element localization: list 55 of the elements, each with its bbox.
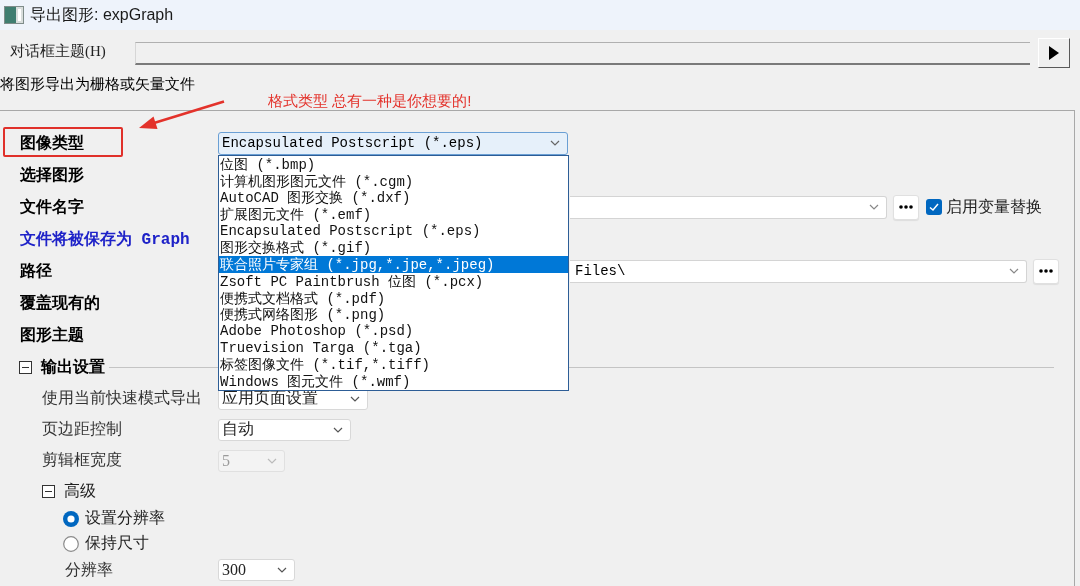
dropdown-option[interactable]: Windows 图元文件 (*.wmf) (219, 372, 568, 390)
section-title: 高级 (64, 480, 96, 501)
collapse-icon[interactable] (42, 484, 55, 498)
radio-button[interactable]: 保持尺寸 (63, 533, 149, 554)
description-text: 将图形导出为栅格或矢量文件 (0, 76, 195, 92)
dropdown-option[interactable]: AutoCAD 图形交换 (*.dxf) (219, 189, 568, 207)
browse-button[interactable] (893, 194, 919, 220)
field-label: 选择图形 (19, 164, 85, 185)
dropdown[interactable]: 自动 (218, 418, 351, 441)
ellipsis-icon (899, 205, 913, 209)
dropdown-option[interactable]: 图形交换格式 (*.gif) (219, 239, 568, 257)
dropdown[interactable]: 300 (218, 559, 295, 581)
setting-label: 页边距控制 (42, 419, 123, 439)
dropdown-option[interactable]: 标签图像文件 (*.tif,*.tiff) (219, 356, 568, 373)
chevron-down-icon (333, 426, 343, 433)
triangle-icon (1049, 46, 1059, 60)
chevron-down-icon (350, 395, 360, 402)
setting-label: 剪辑框宽度 (42, 450, 123, 470)
dropdown[interactable]: Files\ (570, 259, 1027, 283)
field-label: 图形主题 (19, 324, 85, 345)
setting-label: 使用当前快速模式导出 (42, 388, 203, 408)
chevron-down-icon (277, 567, 287, 573)
field-label: 路径 (19, 260, 53, 281)
chevron-down-icon (550, 140, 560, 146)
collapse-icon[interactable] (19, 360, 32, 374)
field-label: 图像类型 (19, 132, 85, 153)
dropdown-option[interactable]: 便携式网络图形 (*.png) (219, 306, 568, 323)
chevron-down-icon (267, 457, 277, 464)
setting-label: 分辨率 (65, 559, 114, 580)
field-label: 覆盖现有的 (19, 292, 101, 313)
save-path-info: 文件将被保存为 Graph (19, 229, 190, 250)
section-title: 输出设置 (41, 356, 105, 377)
theme-input-field[interactable] (135, 41, 1030, 65)
chevron-down-icon (869, 204, 879, 210)
chevron-down-icon (1009, 268, 1019, 274)
dropdown-option[interactable]: 位图 (*.bmp) (219, 156, 568, 173)
dropdown-option[interactable]: Adobe Photoshop (*.psd) (219, 322, 568, 340)
theme-menu-button[interactable] (1038, 38, 1070, 68)
theme-label: 对话框主题(H) (10, 41, 107, 61)
dropdown-option[interactable]: Truevision Targa (*.tga) (219, 339, 568, 357)
field-label: 文件名字 (19, 196, 85, 217)
dropdown-option[interactable]: 便携式文档格式 (*.pdf) (219, 289, 568, 307)
dropdown-option[interactable]: 计算机图形图元文件 (*.cgm) (219, 172, 568, 190)
dropdown-option[interactable]: Zsoft PC Paintbrush 位图 (*.pcx) (219, 272, 568, 290)
checkbox[interactable]: 启用变量替换 (926, 196, 1042, 218)
browse-button[interactable] (1033, 258, 1059, 284)
dropdown-option[interactable]: 扩展图元文件 (*.emf) (219, 206, 568, 223)
radio-button[interactable]: 设置分辨率 (63, 508, 165, 529)
dropdown[interactable]: Encapsulated Postscript (*.eps) (218, 131, 568, 155)
dropdown-option[interactable]: Encapsulated Postscript (*.eps) (219, 222, 568, 240)
dropdown-option[interactable]: 联合照片专家组 (*.jpg,*.jpe,*.jpeg) (219, 256, 568, 273)
ellipsis-icon (1039, 269, 1053, 273)
window-title: 导出图形: expGraph (30, 4, 174, 25)
app-icon (4, 5, 24, 25)
annotation-text: 格式类型 总有一种是你想要的! (268, 92, 472, 111)
